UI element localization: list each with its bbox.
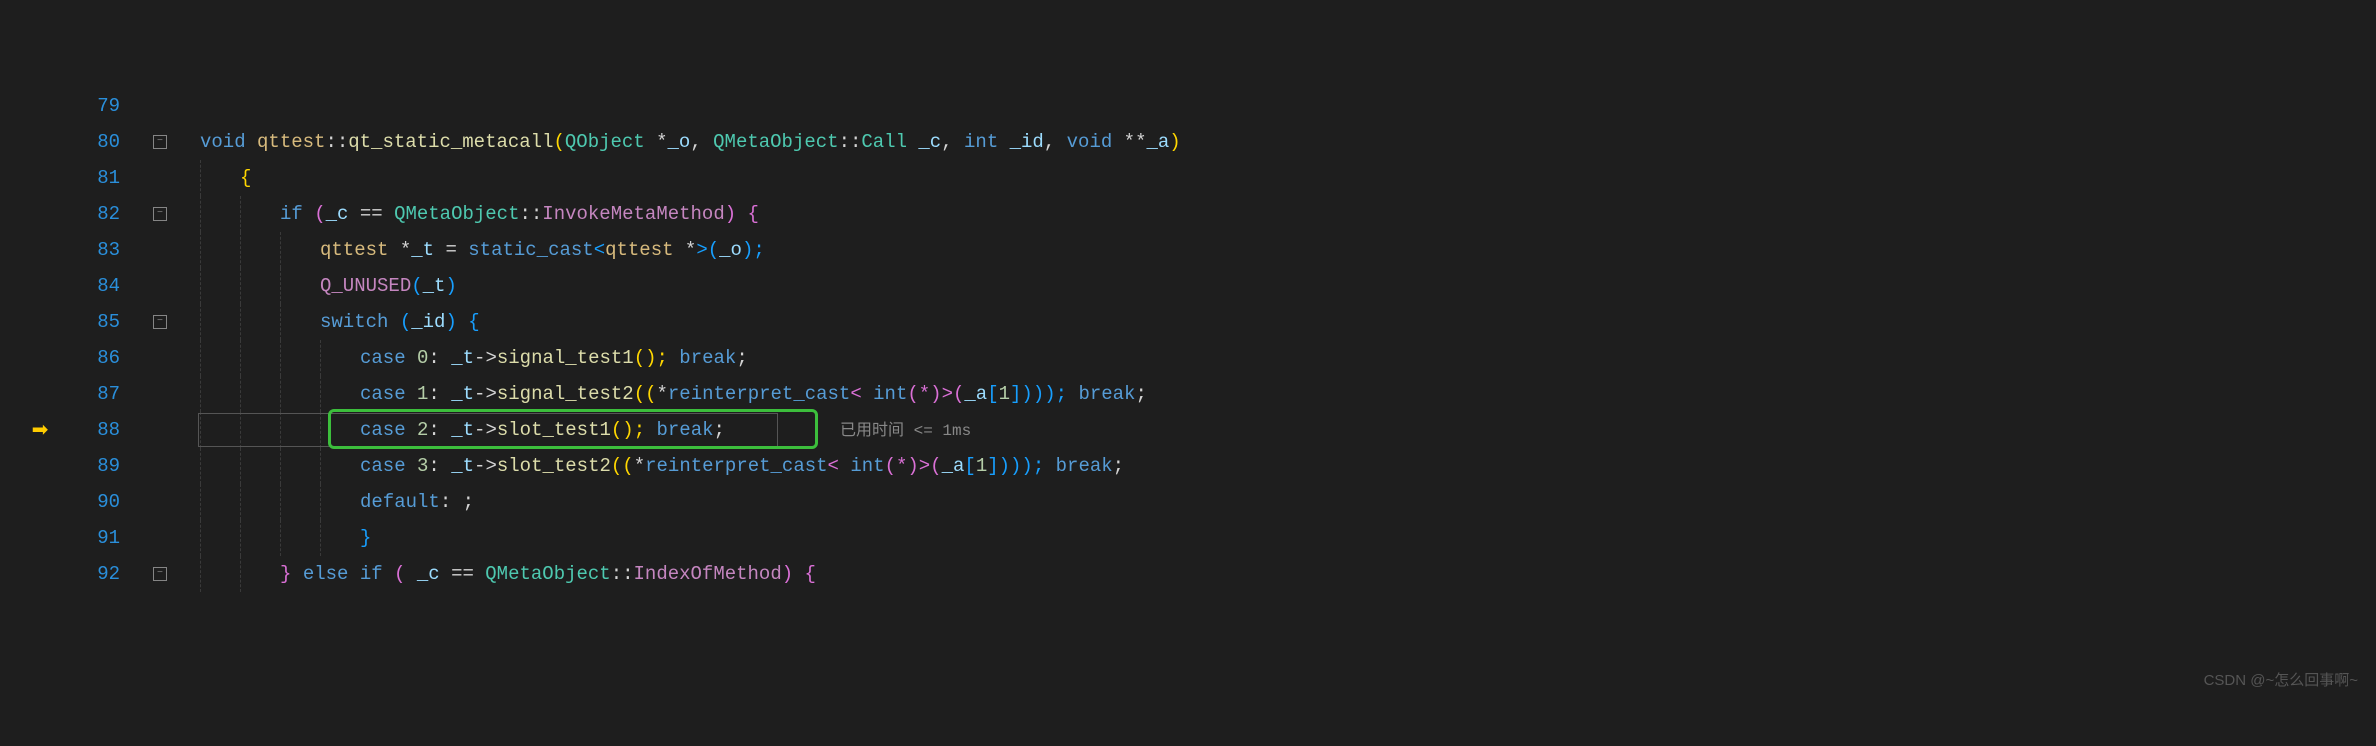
line-number: 91: [80, 527, 140, 549]
fold-toggle-icon[interactable]: −: [153, 207, 167, 221]
execution-pointer-icon: ➡: [32, 417, 49, 443]
code-line: 82− if (_c == QMetaObject::InvokeMetaMet…: [0, 196, 2376, 232]
code-line: 85− switch (_id) {: [0, 304, 2376, 340]
line-number: 82: [80, 203, 140, 225]
line-number: 90: [80, 491, 140, 513]
code-line-current: ➡88 case 2: _t->slot_test1(); break; 已用时…: [0, 412, 2376, 448]
line-number: 81: [80, 167, 140, 189]
line-number: 85: [80, 311, 140, 333]
code-line: 79: [0, 88, 2376, 124]
code-line: 86 case 0: _t->signal_test1(); break;: [0, 340, 2376, 376]
fold-toggle-icon[interactable]: −: [153, 567, 167, 581]
line-number: 92: [80, 563, 140, 585]
line-number: 83: [80, 239, 140, 261]
line-number: 89: [80, 455, 140, 477]
code-line: 90 default: ;: [0, 484, 2376, 520]
line-number: 84: [80, 275, 140, 297]
code-line: 81 {: [0, 160, 2376, 196]
code-line: 87 case 1: _t->signal_test2((*reinterpre…: [0, 376, 2376, 412]
fold-toggle-icon[interactable]: −: [153, 315, 167, 329]
line-number: 80: [80, 131, 140, 153]
code-line: 89 case 3: _t->slot_test2((*reinterpret_…: [0, 448, 2376, 484]
code-line: 84 Q_UNUSED(_t): [0, 268, 2376, 304]
code-line: 83 qttest *_t = static_cast<qttest *>(_o…: [0, 232, 2376, 268]
line-number: 79: [80, 95, 140, 117]
line-number: 88: [80, 419, 140, 441]
code-editor[interactable]: 79 80− void qttest::qt_static_metacall(Q…: [0, 88, 2376, 592]
fold-toggle-icon[interactable]: −: [153, 135, 167, 149]
code-line: 91 }: [0, 520, 2376, 556]
code-line: 80− void qttest::qt_static_metacall(QObj…: [0, 124, 2376, 160]
line-number: 86: [80, 347, 140, 369]
watermark: CSDN @~怎么回事啊~: [2204, 669, 2358, 690]
code-line: 92− } else if ( _c == QMetaObject::Index…: [0, 556, 2376, 592]
current-line-highlight: [198, 413, 778, 447]
perf-tooltip: 已用时间 <= 1ms: [840, 416, 971, 440]
line-number: 87: [80, 383, 140, 405]
